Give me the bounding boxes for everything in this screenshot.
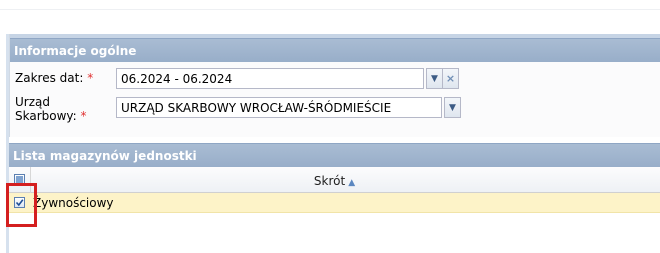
top-edge — [0, 0, 660, 10]
date-range-value: 06.2024 - 06.2024 — [121, 72, 233, 86]
tax-office-label: Urząd Skarbowy: * — [15, 95, 87, 123]
clear-icon: × — [445, 72, 456, 85]
table-row[interactable]: Żywnościowy — [9, 193, 660, 213]
column-header-label: Skrót — [313, 174, 346, 188]
top-toolbar-area — [0, 0, 660, 34]
general-info-form: Zakres dat: * 06.2024 - 06.2024 ▼ × Urzą… — [10, 62, 660, 137]
required-mark: * — [80, 109, 87, 123]
date-range-combo[interactable]: 06.2024 - 06.2024 ▼ × — [116, 68, 459, 89]
date-range-label-text: Zakres dat: — [15, 71, 84, 85]
tax-office-label-line1: Urząd — [15, 95, 50, 109]
tax-office-dropdown-trigger[interactable]: ▼ — [444, 97, 461, 118]
tax-office-label-line2: Skarbowy: — [15, 109, 77, 123]
general-info-panel-title: Informacje ogólne — [10, 38, 660, 62]
row-cell-skrot: Żywnościowy — [33, 196, 114, 210]
sort-ascending-icon: ▲ — [348, 178, 356, 188]
warehouse-list-panel: Lista magazynów jednostki Skrót ▲ Żywnośc… — [9, 143, 660, 253]
column-header-skrot[interactable]: Skrót ▲ — [9, 174, 660, 188]
general-info-panel: Informacje ogólne Zakres dat: * 06.2024 … — [9, 34, 660, 137]
date-range-clear-trigger[interactable]: × — [442, 68, 459, 89]
tax-office-value: URZĄD SKARBOWY WROCŁAW-ŚRÓDMIEŚCIE — [121, 101, 392, 115]
date-range-label: Zakres dat: * — [15, 71, 93, 85]
chevron-down-icon: ▼ — [431, 73, 438, 84]
required-mark: * — [87, 71, 94, 85]
tax-office-combo[interactable]: URZĄD SKARBOWY WROCŁAW-ŚRÓDMIEŚCIE ▼ — [116, 97, 461, 118]
grid-header: Skrót ▲ — [9, 167, 660, 193]
warehouse-list-panel-title: Lista magazynów jednostki — [9, 143, 660, 167]
chevron-down-icon: ▼ — [449, 102, 456, 113]
checkbox-highlight-frame — [6, 183, 37, 227]
date-range-dropdown-trigger[interactable]: ▼ — [426, 68, 443, 89]
